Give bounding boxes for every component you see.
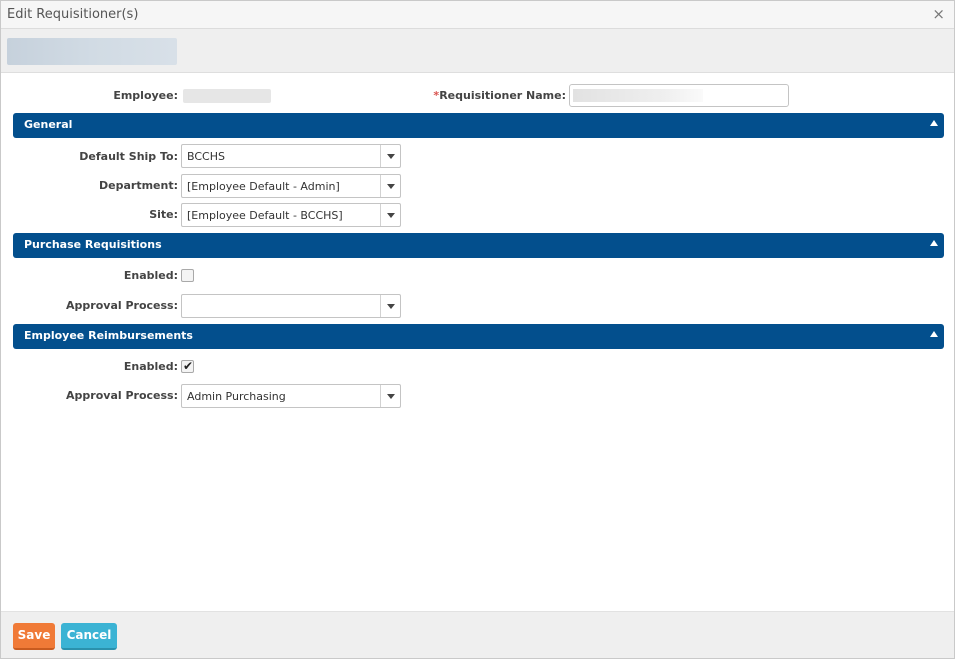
requisitioner-name-input[interactable]: [569, 84, 789, 107]
close-icon[interactable]: ×: [932, 6, 945, 22]
dropdown-toggle[interactable]: [380, 385, 400, 407]
section-title-purchase-requisitions: Purchase Requisitions: [24, 238, 162, 251]
chevron-up-icon[interactable]: [930, 331, 938, 337]
default-ship-to-value: BCCHS: [187, 150, 225, 163]
redacted-input-value: [573, 89, 703, 102]
check-icon: ✔: [183, 359, 194, 373]
er-approval-process-label: Approval Process:: [66, 389, 178, 402]
chevron-up-icon[interactable]: [930, 120, 938, 126]
chevron-up-icon[interactable]: [930, 240, 938, 246]
section-title-general: General: [24, 118, 73, 131]
section-title-employee-reimbursements: Employee Reimbursements: [24, 329, 193, 342]
dropdown-toggle[interactable]: [380, 295, 400, 317]
employee-value-redacted: [183, 89, 271, 103]
pr-approval-process-select[interactable]: [181, 294, 401, 318]
default-ship-to-select[interactable]: BCCHS: [181, 144, 401, 168]
chevron-down-icon: [387, 213, 395, 218]
department-select[interactable]: [Employee Default - Admin]: [181, 174, 401, 198]
dialog-titlebar: Edit Requisitioner(s) ×: [1, 1, 954, 29]
site-value: [Employee Default - BCCHS]: [187, 209, 343, 222]
pr-approval-process-label: Approval Process:: [66, 299, 178, 312]
site-select[interactable]: [Employee Default - BCCHS]: [181, 203, 401, 227]
chevron-down-icon: [387, 154, 395, 159]
chevron-down-icon: [387, 184, 395, 189]
default-ship-to-label: Default Ship To:: [79, 150, 178, 163]
department-value: [Employee Default - Admin]: [187, 180, 340, 193]
cancel-button[interactable]: Cancel: [61, 623, 117, 650]
dropdown-toggle[interactable]: [380, 175, 400, 197]
dialog-footer: Save Cancel: [1, 611, 954, 658]
redacted-banner-text: [7, 38, 177, 65]
requisitioner-name-label: *Requisitioner Name:: [401, 89, 566, 103]
employee-label: Employee:: [113, 89, 178, 102]
employee-banner: [1, 29, 954, 73]
section-header-employee-reimbursements[interactable]: Employee Reimbursements: [13, 324, 944, 349]
pr-enabled-checkbox[interactable]: [181, 269, 194, 282]
er-approval-process-select[interactable]: Admin Purchasing: [181, 384, 401, 408]
requisitioner-name-label-text: Requisitioner Name:: [439, 89, 566, 102]
chevron-down-icon: [387, 304, 395, 309]
section-header-general[interactable]: General: [13, 113, 944, 138]
dropdown-toggle[interactable]: [380, 204, 400, 226]
pr-enabled-label: Enabled:: [123, 269, 178, 282]
er-enabled-checkbox[interactable]: ✔: [181, 359, 194, 373]
section-header-purchase-requisitions[interactable]: Purchase Requisitions: [13, 233, 944, 258]
dropdown-toggle[interactable]: [380, 145, 400, 167]
chevron-down-icon: [387, 394, 395, 399]
save-button[interactable]: Save: [13, 623, 55, 650]
dialog-title: Edit Requisitioner(s): [7, 7, 139, 22]
site-label: Site:: [149, 208, 178, 221]
er-enabled-label: Enabled:: [123, 360, 178, 373]
er-approval-process-value: Admin Purchasing: [187, 390, 286, 403]
edit-requisitioner-dialog: Edit Requisitioner(s) × Employee: *Requi…: [0, 0, 955, 659]
department-label: Department:: [99, 179, 178, 192]
